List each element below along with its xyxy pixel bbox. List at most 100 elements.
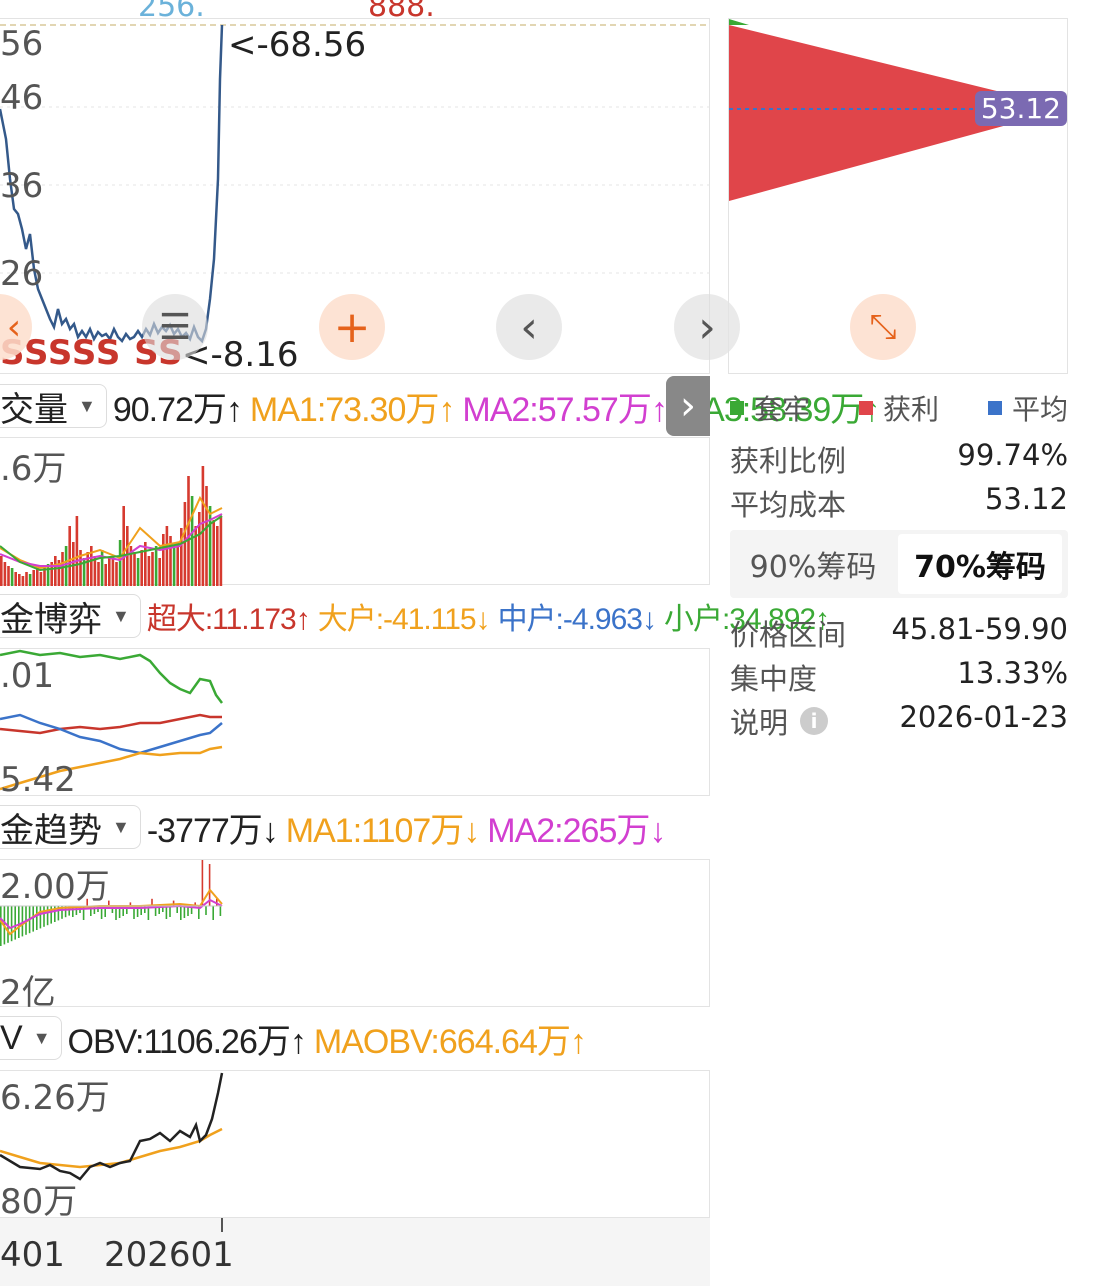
fund-trend-bar <box>18 906 20 938</box>
profit-ratio-value: 99.74% <box>957 438 1068 472</box>
fund-trend-header: 金趋势 ▼ -3777万↓ MA1:1107万↓ MA2:265万↓ <box>0 803 673 851</box>
chevron-down-icon: ▼ <box>78 395 96 416</box>
note-date: 2026-01-23 <box>899 700 1068 734</box>
tab-90-chips[interactable]: 90%筹码 <box>730 534 896 594</box>
volume-bar <box>0 556 3 586</box>
menu-icon: ☰ <box>158 306 192 348</box>
volume-ma1: MA1:73.30万↑ <box>249 390 455 429</box>
price-y-label: 36 <box>0 166 44 206</box>
x-axis: 401 202601 <box>0 1218 710 1286</box>
note-row: 说明 i 2026-01-23 <box>730 700 1068 742</box>
volume-bar <box>68 526 71 586</box>
volume-indicator-select[interactable]: 交量 ▼ <box>0 384 107 429</box>
volume-bar <box>39 572 43 586</box>
fund-trend-bar <box>212 906 214 920</box>
volume-bar <box>21 576 25 586</box>
legend-average: 平均 <box>987 388 1068 428</box>
volume-bar <box>144 542 147 586</box>
fund-game-chart[interactable]: .01 5.42 <box>0 648 710 797</box>
chevron-left-icon: ‹ <box>6 306 22 348</box>
obv-y-bottom: 80万 <box>0 1182 78 1222</box>
zoom-in-button[interactable]: + <box>319 294 385 360</box>
volume-bar <box>10 568 14 586</box>
blue-square-icon <box>987 401 1002 415</box>
expand-button[interactable]: ⤡ <box>850 294 916 360</box>
volume-bar <box>190 496 194 586</box>
obv-chart[interactable]: 6.26万 80万 <box>0 1070 710 1222</box>
volume-bar <box>32 570 35 586</box>
volume-bar <box>158 558 161 586</box>
x-axis-label: 401 <box>0 1235 65 1275</box>
fund-game-select[interactable]: 金博弈 ▼ <box>0 594 141 639</box>
top-partial-label-2: 888. <box>368 0 435 24</box>
fund-trend-bar <box>39 906 42 929</box>
volume-bar <box>25 572 28 586</box>
chevron-right-icon: › <box>698 301 716 353</box>
volume-bar <box>136 558 140 586</box>
obv-value: OBV:1106.26万↑ <box>67 1022 307 1061</box>
super-large-value: 超大:11.173↑ <box>146 603 311 636</box>
volume-bar <box>216 526 219 586</box>
plus-icon: + <box>333 301 371 353</box>
average-price-tag: 53.12 <box>974 91 1067 126</box>
volume-bars <box>0 466 223 586</box>
fund-trend-bar <box>21 906 24 937</box>
volume-bar <box>133 552 136 586</box>
fund-trend-select[interactable]: 金趋势 ▼ <box>0 805 141 850</box>
volume-y-top: .6万 <box>0 449 67 489</box>
fund-trend-bar <box>36 906 38 930</box>
obv-header: V ▼ OBV:1106.26万↑ MAOBV:664.64万↑ <box>0 1014 594 1062</box>
chip-legend: 套牢 获利 平均 <box>730 388 1068 428</box>
volume-bar <box>154 546 158 586</box>
fund-trend-bar <box>46 906 49 926</box>
avg-cost-row: 平均成本 53.12 <box>730 482 1068 524</box>
expand-indicators-button[interactable]: › <box>666 376 710 436</box>
note-label-group: 说明 i <box>730 700 829 742</box>
chevron-down-icon: ▼ <box>112 605 130 626</box>
volume-bar <box>36 568 39 586</box>
fund-trend-bar <box>0 906 2 946</box>
menu-button[interactable]: ☰ <box>142 294 208 360</box>
top-partial-label-1: 256. <box>138 0 205 24</box>
volume-bar <box>28 574 32 586</box>
high-price-marker: <-68.56 <box>228 25 367 65</box>
green-square-icon <box>730 401 744 415</box>
large-value: 大户:-41.115↓ <box>317 603 491 636</box>
fund-game-header: 金博弈 ▼ 超大:11.173↑ 大户:-41.115↓ 中户:-4.963↓ 小… <box>0 592 837 640</box>
volume-bar <box>118 540 122 586</box>
fund-trend-bar <box>32 906 34 932</box>
volume-bar <box>212 520 215 586</box>
volume-bar <box>219 516 223 586</box>
fund-trend-bar <box>183 906 186 918</box>
fund-trend-bar <box>180 906 182 920</box>
fund-trend-chart[interactable]: 2.00万 2亿 <box>0 859 710 1010</box>
x-axis-tick <box>221 1218 223 1232</box>
price-range-label: 价格区间 <box>730 618 847 652</box>
avg-cost-value: 53.12 <box>984 482 1068 516</box>
fund-trend-bar <box>10 906 13 942</box>
tab-70-chips[interactable]: 70%筹码 <box>898 534 1062 594</box>
note-label: 说明 <box>730 706 789 740</box>
chip-tab-bar: 90%筹码 70%筹码 <box>730 530 1068 598</box>
maobv-value: MAOBV:664.64万↑ <box>313 1022 587 1061</box>
volume-bar <box>104 564 107 586</box>
expand-icon: ⤡ <box>869 307 897 347</box>
previous-button[interactable]: ‹ <box>496 294 562 360</box>
price-y-label: 26 <box>0 254 44 294</box>
profit-ratio-row: 获利比例 99.74% <box>730 438 1068 480</box>
chevron-right-icon: › <box>680 383 696 429</box>
volume-bar <box>61 552 64 586</box>
chevron-down-icon: ▼ <box>32 1027 51 1048</box>
volume-bar <box>72 542 75 586</box>
medium-value: 中户:-4.963↓ <box>497 603 657 636</box>
volume-bar <box>208 506 212 586</box>
obv-select[interactable]: V ▼ <box>0 1016 62 1060</box>
price-range-row: 价格区间 45.81-59.90 <box>730 612 1068 654</box>
volume-bar <box>205 486 208 586</box>
volume-chart[interactable]: .6万 <box>0 437 710 586</box>
fund-game-lines <box>0 649 223 791</box>
info-icon[interactable]: i <box>800 707 829 735</box>
concentration-value: 13.33% <box>957 656 1068 690</box>
fund-trend-bar <box>201 860 204 906</box>
fund-trend-ma1: MA1:1107万↓ <box>285 811 480 850</box>
